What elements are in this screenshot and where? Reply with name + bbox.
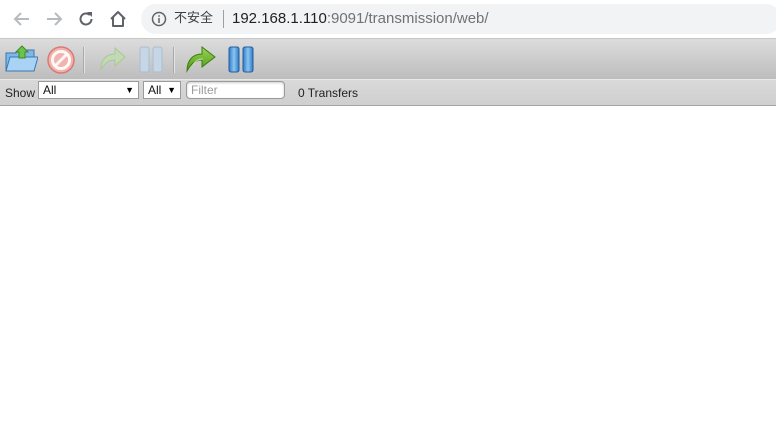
resume-all-icon: [186, 45, 216, 73]
forward-button[interactable]: [40, 5, 68, 33]
open-folder-icon: [5, 45, 38, 72]
url-text[interactable]: 192.168.1.110:9091/transmission/web/: [232, 10, 489, 28]
pause-icon: [139, 46, 163, 73]
arrow-right-icon: [47, 12, 63, 26]
state-filter-value: All: [43, 83, 57, 97]
tracker-filter-value: All: [148, 83, 162, 97]
open-torrent-button[interactable]: [4, 43, 38, 75]
reload-button[interactable]: [72, 5, 100, 33]
home-icon: [110, 11, 126, 27]
resume-torrent-button[interactable]: [95, 43, 129, 75]
pause-all-icon: [228, 46, 254, 73]
back-button[interactable]: [8, 5, 36, 33]
url-path: :9091/transmission/web/: [326, 10, 489, 27]
omnibox-divider: [223, 10, 224, 28]
remove-icon: [47, 46, 75, 74]
state-filter-select[interactable]: All ▼: [38, 81, 139, 99]
toolbar-divider: [83, 47, 84, 73]
dropdown-arrow-icon: ▼: [167, 85, 176, 95]
browser-toolbar: 不安全 192.168.1.110:9091/transmission/web/: [0, 0, 776, 38]
transmission-toolbar: [0, 38, 776, 79]
arrow-left-icon: [13, 12, 29, 26]
resume-all-button[interactable]: [184, 43, 218, 75]
toolbar-divider: [173, 47, 174, 73]
remove-torrent-button[interactable]: [44, 43, 78, 75]
torrent-list: [0, 106, 776, 434]
address-bar[interactable]: 不安全 192.168.1.110:9091/transmission/web/: [141, 4, 776, 34]
home-button[interactable]: [104, 5, 132, 33]
tracker-filter-select[interactable]: All ▼: [143, 81, 181, 99]
reload-icon: [79, 12, 93, 26]
security-label[interactable]: 不安全: [174, 11, 213, 27]
pause-all-button[interactable]: [225, 43, 259, 75]
filter-bar: Show All ▼ All ▼ 0 Transfers: [0, 79, 776, 106]
pause-torrent-button[interactable]: [135, 43, 169, 75]
resume-icon: [100, 46, 126, 71]
info-icon[interactable]: [151, 11, 167, 27]
url-host: 192.168.1.110: [232, 10, 327, 27]
filter-input[interactable]: [186, 81, 285, 99]
transfer-count: 0 Transfers: [298, 86, 359, 100]
dropdown-arrow-icon: ▼: [125, 85, 134, 95]
show-label: Show: [5, 86, 36, 100]
